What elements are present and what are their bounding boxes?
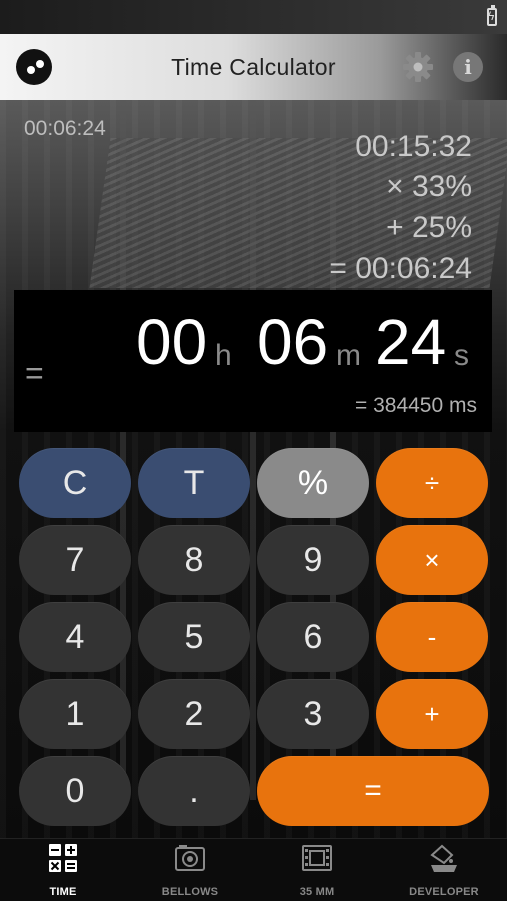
digit-8-button[interactable]: 8	[138, 525, 250, 595]
film-icon	[302, 845, 332, 871]
history-line-2: × 33%	[386, 170, 472, 203]
calculator-icon	[49, 844, 77, 872]
battery-charging-icon	[487, 5, 497, 26]
result-seconds: 24	[375, 306, 447, 378]
result-hours: 00	[136, 306, 208, 378]
nav-tab-bellows-label: BELLOWS	[161, 886, 219, 898]
clear-button[interactable]: C	[19, 448, 131, 518]
digit-9-button[interactable]: 9	[257, 525, 369, 595]
digit-3-button[interactable]: 3	[257, 679, 369, 749]
camera-icon	[175, 845, 205, 871]
percent-button[interactable]: %	[257, 448, 369, 518]
history-last-result: 00:06:24	[24, 117, 106, 140]
result-equals-sign: =	[25, 355, 44, 391]
info-icon[interactable]: i	[453, 52, 483, 82]
result-seconds-unit: s	[454, 339, 469, 372]
result-hours-unit: h	[215, 339, 232, 372]
bottom-navigation: TIME BELLOWS 35 MM DEVELOPER	[0, 838, 507, 901]
history-line-1: 00:15:32	[355, 130, 472, 163]
settings-gear-icon[interactable]	[402, 51, 434, 83]
digit-1-button[interactable]: 1	[19, 679, 131, 749]
digit-7-button[interactable]: 7	[19, 525, 131, 595]
nav-tab-developer-label: DEVELOPER	[409, 886, 479, 898]
result-milliseconds: = 384450 ms	[354, 394, 477, 417]
nav-tab-35mm-label: 35 MM	[299, 886, 335, 898]
equals-button[interactable]: =	[257, 756, 489, 826]
app-bar: Time Calculator i	[0, 34, 507, 100]
digit-5-button[interactable]: 5	[138, 602, 250, 672]
multiply-button[interactable]: ×	[376, 525, 488, 595]
nav-tab-35mm[interactable]: 35 MM	[262, 843, 372, 898]
plus-button[interactable]: +	[376, 679, 488, 749]
nav-tab-time[interactable]: TIME	[8, 843, 118, 898]
digit-0-button[interactable]: 0	[19, 756, 131, 826]
decimal-point-button[interactable]: .	[138, 756, 250, 826]
time-button[interactable]: T	[138, 448, 250, 518]
digit-4-button[interactable]: 4	[19, 602, 131, 672]
divide-button[interactable]: ÷	[376, 448, 488, 518]
history-line-4: = 00:06:24	[329, 252, 472, 285]
result-minutes-unit: m	[336, 339, 361, 372]
minus-button[interactable]: -	[376, 602, 488, 672]
digit-6-button[interactable]: 6	[257, 602, 369, 672]
developer-tank-icon	[430, 844, 457, 872]
nav-tab-developer[interactable]: DEVELOPER	[389, 843, 499, 898]
result-minutes: 06	[257, 306, 329, 378]
nav-tab-time-label: TIME	[49, 886, 77, 898]
nav-tab-bellows[interactable]: BELLOWS	[135, 843, 245, 898]
history-line-3: + 25%	[386, 211, 472, 244]
status-bar	[0, 0, 507, 34]
digit-2-button[interactable]: 2	[138, 679, 250, 749]
